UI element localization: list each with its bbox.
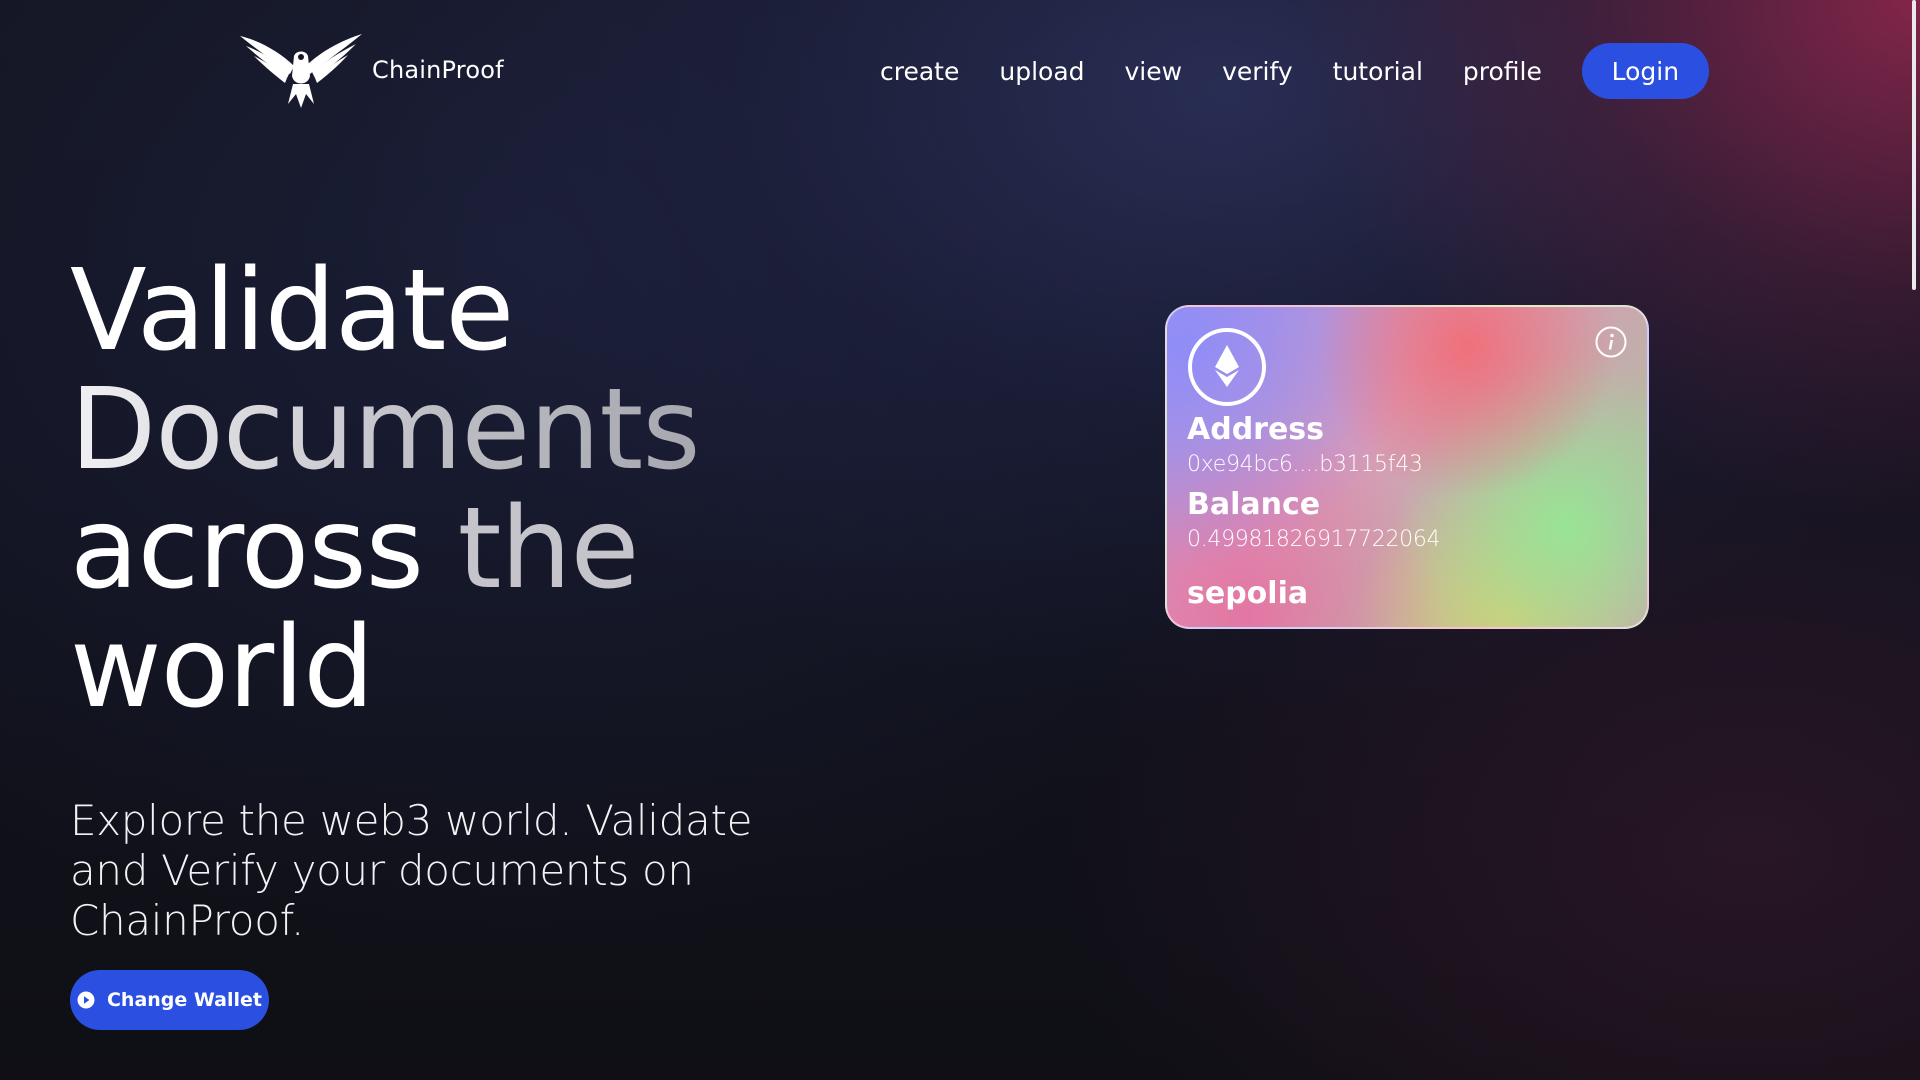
nav-profile[interactable]: profile — [1463, 59, 1542, 84]
address-label: Address — [1187, 412, 1325, 447]
ethereum-icon — [1188, 328, 1266, 406]
change-wallet-label: Change Wallet — [106, 989, 262, 1011]
balance-label: Balance — [1187, 487, 1321, 522]
change-wallet-button[interactable]: Change Wallet — [70, 970, 269, 1030]
hero-subtitle: Explore the web3 world. Validate and Ver… — [70, 796, 753, 945]
login-button[interactable]: Login — [1581, 43, 1709, 99]
scrollbar-thumb[interactable] — [1912, 0, 1916, 290]
nav-view[interactable]: view — [1125, 59, 1183, 84]
balance-value: 0.49981826917722064 — [1187, 527, 1441, 552]
nav-upload[interactable]: upload — [999, 59, 1084, 84]
hero-title-word: Documents — [70, 365, 701, 495]
hero-title: Validate Documents across the world — [70, 252, 810, 728]
hero-title-word: Validate — [70, 246, 514, 376]
address-value: 0xe94bc6....b3115f43 — [1187, 452, 1423, 477]
hero-title-word: the — [457, 484, 640, 614]
eagle-logo-icon — [240, 34, 362, 108]
hero-title-word: world — [70, 603, 374, 733]
main-nav: create upload view verify tutorial profi… — [880, 43, 1709, 99]
network-name: sepolia — [1187, 576, 1309, 611]
brand-name: ChainProof — [372, 56, 504, 84]
nav-verify[interactable]: verify — [1222, 59, 1293, 84]
nav-tutorial[interactable]: tutorial — [1333, 59, 1423, 84]
wallet-card: Address 0xe94bc6....b3115f43 Balance 0.4… — [1165, 305, 1649, 629]
brand[interactable]: ChainProof — [238, 30, 504, 110]
play-circle-icon — [77, 991, 95, 1009]
info-icon[interactable] — [1594, 325, 1628, 359]
header: ChainProof create upload view verify tut… — [0, 0, 1920, 140]
hero-title-word: across — [70, 484, 424, 614]
nav-create[interactable]: create — [880, 59, 959, 84]
